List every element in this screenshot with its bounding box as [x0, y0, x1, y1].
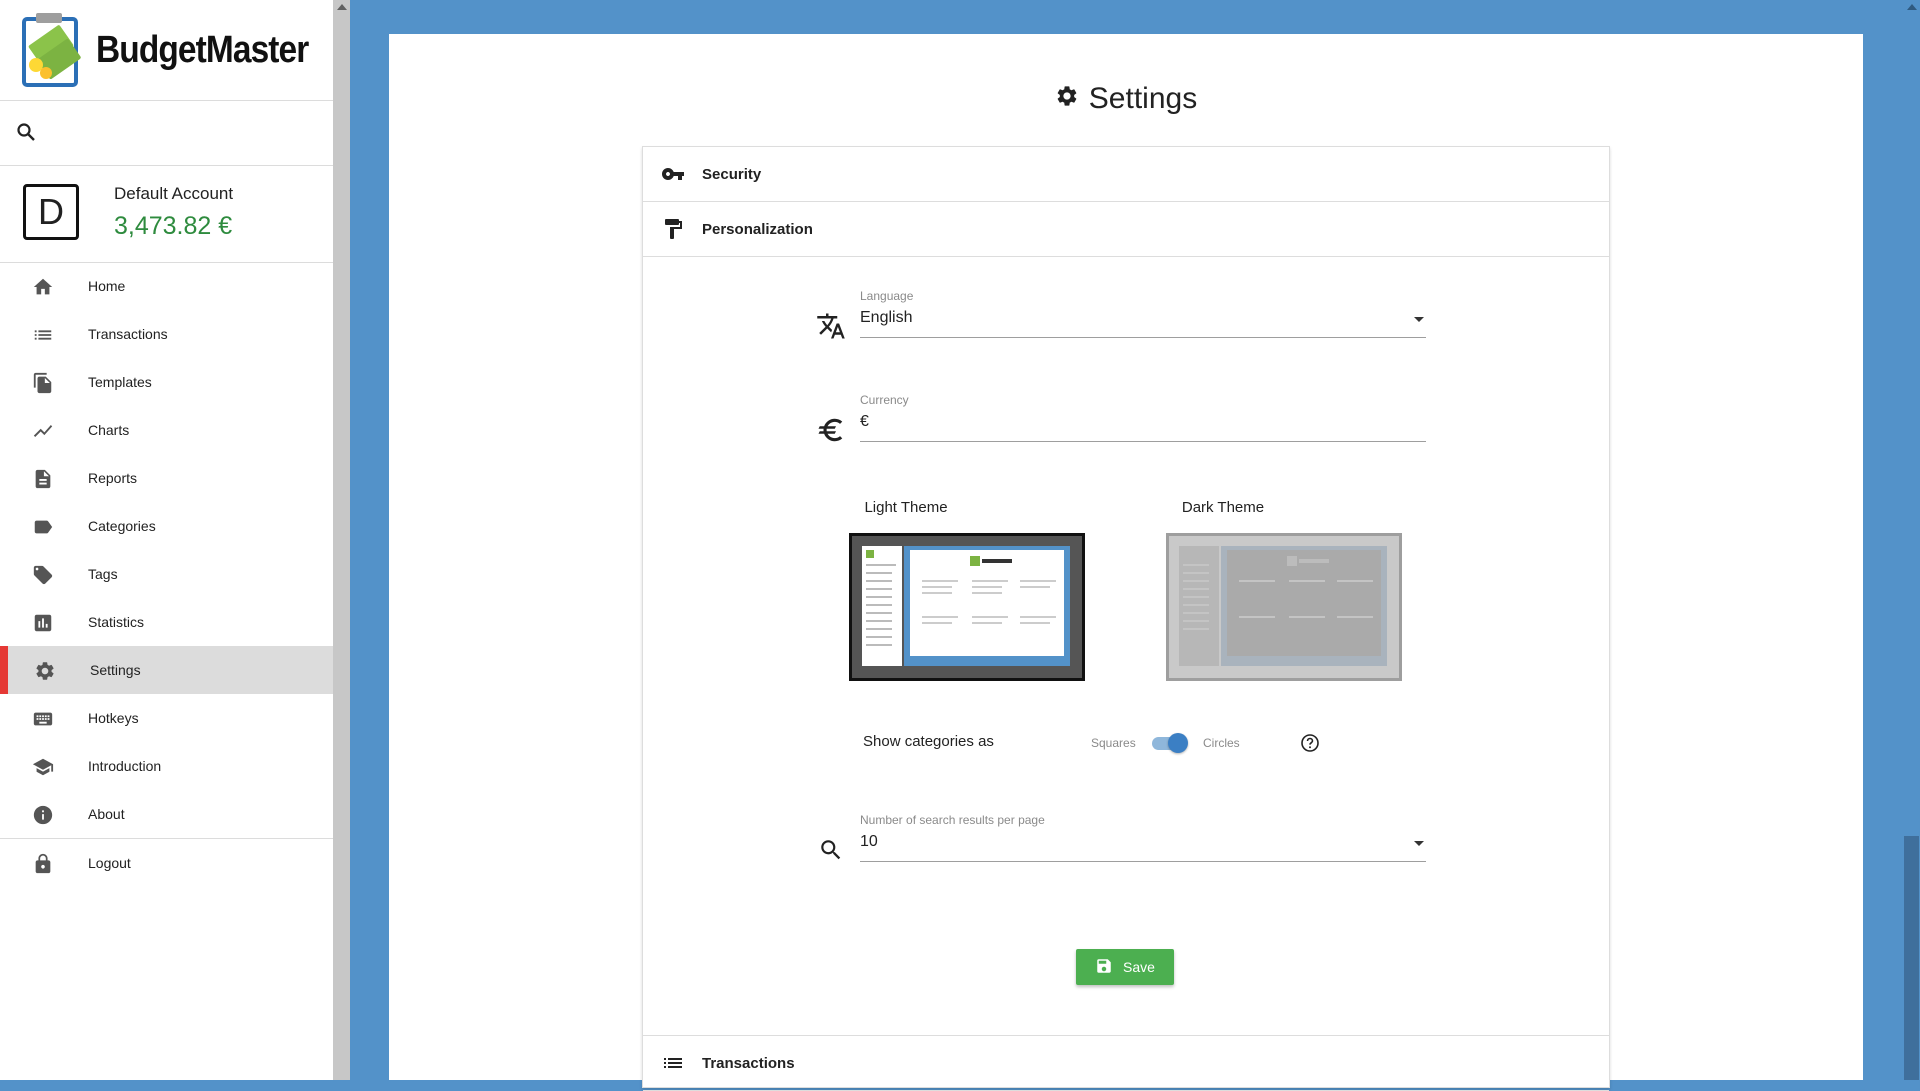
- light-theme-preview[interactable]: [849, 533, 1085, 681]
- section-title: Personalization: [702, 220, 813, 238]
- chevron-down-icon: [1414, 841, 1424, 846]
- field-label: Language: [860, 289, 914, 303]
- account-balance: 3,473.82 €: [114, 212, 233, 240]
- nav-label: Introduction: [88, 758, 162, 774]
- nav-item-home[interactable]: Home: [0, 262, 333, 310]
- field-value: 10: [860, 833, 878, 850]
- scrollbar-thumb[interactable]: [1904, 836, 1919, 1080]
- nav-label: Transactions: [88, 326, 168, 342]
- keyboard-icon: [32, 708, 54, 730]
- nav-item-statistics[interactable]: Statistics: [0, 598, 333, 646]
- nav-item-charts[interactable]: Charts: [0, 406, 333, 454]
- app-logo[interactable]: BudgetMaster: [22, 10, 337, 90]
- field-underline: [860, 337, 1426, 338]
- page-scrollbar[interactable]: [1903, 0, 1920, 1080]
- field-underline: [860, 861, 1426, 862]
- key-icon: [661, 162, 685, 186]
- field-label: Number of search results per page: [860, 813, 1045, 827]
- list-icon: [661, 1051, 685, 1075]
- account-avatar: D: [23, 184, 79, 240]
- toggle-knob: [1168, 733, 1188, 753]
- section-header-security[interactable]: Security: [643, 147, 1609, 202]
- save-button[interactable]: Save: [1076, 949, 1174, 985]
- field-value: €: [860, 413, 869, 430]
- category-shape-toggle[interactable]: [1148, 733, 1188, 753]
- list-icon: [32, 324, 54, 346]
- section-header-personalization[interactable]: Personalization: [643, 202, 1609, 257]
- nav-label: Templates: [88, 374, 152, 390]
- nav-item-transactions[interactable]: Transactions: [0, 310, 333, 358]
- nav-item-introduction[interactable]: Introduction: [0, 742, 333, 790]
- home-icon: [32, 276, 54, 298]
- nav-item-templates[interactable]: Templates: [0, 358, 333, 406]
- scroll-up-icon[interactable]: [337, 4, 347, 10]
- nav-label: Categories: [88, 518, 156, 534]
- search-icon[interactable]: [16, 122, 36, 142]
- category-display-row: Show categories as Squares Circles: [643, 727, 1609, 757]
- school-icon: [32, 756, 54, 778]
- page-title-text: Settings: [1088, 82, 1198, 115]
- nav-item-reports[interactable]: Reports: [0, 454, 333, 502]
- nav-label: Tags: [88, 566, 118, 582]
- nav-item-logout[interactable]: Logout: [0, 839, 333, 887]
- sidebar: BudgetMaster D Default Account 3,473.82 …: [0, 0, 333, 1080]
- chevron-down-icon: [1414, 317, 1424, 322]
- tag-icon: [32, 564, 54, 586]
- help-icon[interactable]: [1300, 733, 1320, 758]
- divider: [0, 100, 333, 101]
- gear-icon: [34, 660, 56, 682]
- field-value: English: [860, 309, 913, 326]
- label-icon: [32, 516, 54, 538]
- field-underline: [860, 441, 1426, 442]
- euro-icon: [816, 415, 846, 445]
- dark-theme-preview[interactable]: [1166, 533, 1402, 681]
- format-paint-icon: [661, 217, 685, 241]
- nav-label: Logout: [88, 855, 131, 871]
- theme-label-dark: Dark Theme: [1181, 499, 1265, 516]
- account-name: Default Account: [114, 184, 234, 203]
- app-name: BudgetMaster: [96, 28, 309, 71]
- nav-label: Reports: [88, 470, 138, 486]
- save-icon: [1095, 957, 1113, 978]
- section-title: Security: [702, 165, 762, 183]
- nav-menu: Home Transactions Templates Charts Repor…: [0, 262, 333, 887]
- nav-label: About: [88, 806, 125, 822]
- line-chart-icon: [32, 420, 54, 442]
- nav-label: Statistics: [88, 614, 145, 630]
- nav-label: Settings: [90, 662, 141, 678]
- scroll-up-icon[interactable]: [1907, 4, 1917, 10]
- nav-item-hotkeys[interactable]: Hotkeys: [0, 694, 333, 742]
- account-summary[interactable]: D Default Account 3,473.82 €: [0, 166, 333, 262]
- settings-collapsible: Security Personalization Language Englis…: [642, 146, 1610, 1091]
- nav-item-categories[interactable]: Categories: [0, 502, 333, 550]
- toggle-on-label: Circles: [1203, 736, 1240, 750]
- page-title: Settings: [389, 82, 1863, 116]
- lock-icon: [32, 853, 54, 875]
- file-copy-icon: [32, 372, 54, 394]
- description-icon: [32, 468, 54, 490]
- nav-label: Charts: [88, 422, 130, 438]
- nav-label: Home: [88, 278, 126, 294]
- nav-item-settings[interactable]: Settings: [0, 646, 333, 694]
- main-card: Settings Security Personalization Langua…: [389, 34, 1863, 1091]
- field-label: Currency: [860, 393, 909, 407]
- sidebar-scrollbar[interactable]: [333, 0, 350, 1080]
- category-display-label: Show categories as: [863, 733, 994, 750]
- info-icon: [32, 804, 54, 826]
- gear-icon: [1055, 82, 1079, 116]
- theme-label-light: Light Theme: [864, 499, 948, 516]
- budgetmaster-logo-icon: [22, 11, 82, 89]
- nav-item-tags[interactable]: Tags: [0, 550, 333, 598]
- section-title: Transactions: [702, 1054, 795, 1072]
- translate-icon: [816, 311, 846, 341]
- bar-chart-icon: [32, 612, 54, 634]
- nav-label: Hotkeys: [88, 710, 139, 726]
- save-label: Save: [1123, 959, 1155, 975]
- section-header-transactions[interactable]: Transactions: [643, 1035, 1609, 1091]
- nav-item-about[interactable]: About: [0, 790, 333, 838]
- search-icon: [816, 835, 846, 865]
- toggle-off-label: Squares: [1091, 736, 1136, 750]
